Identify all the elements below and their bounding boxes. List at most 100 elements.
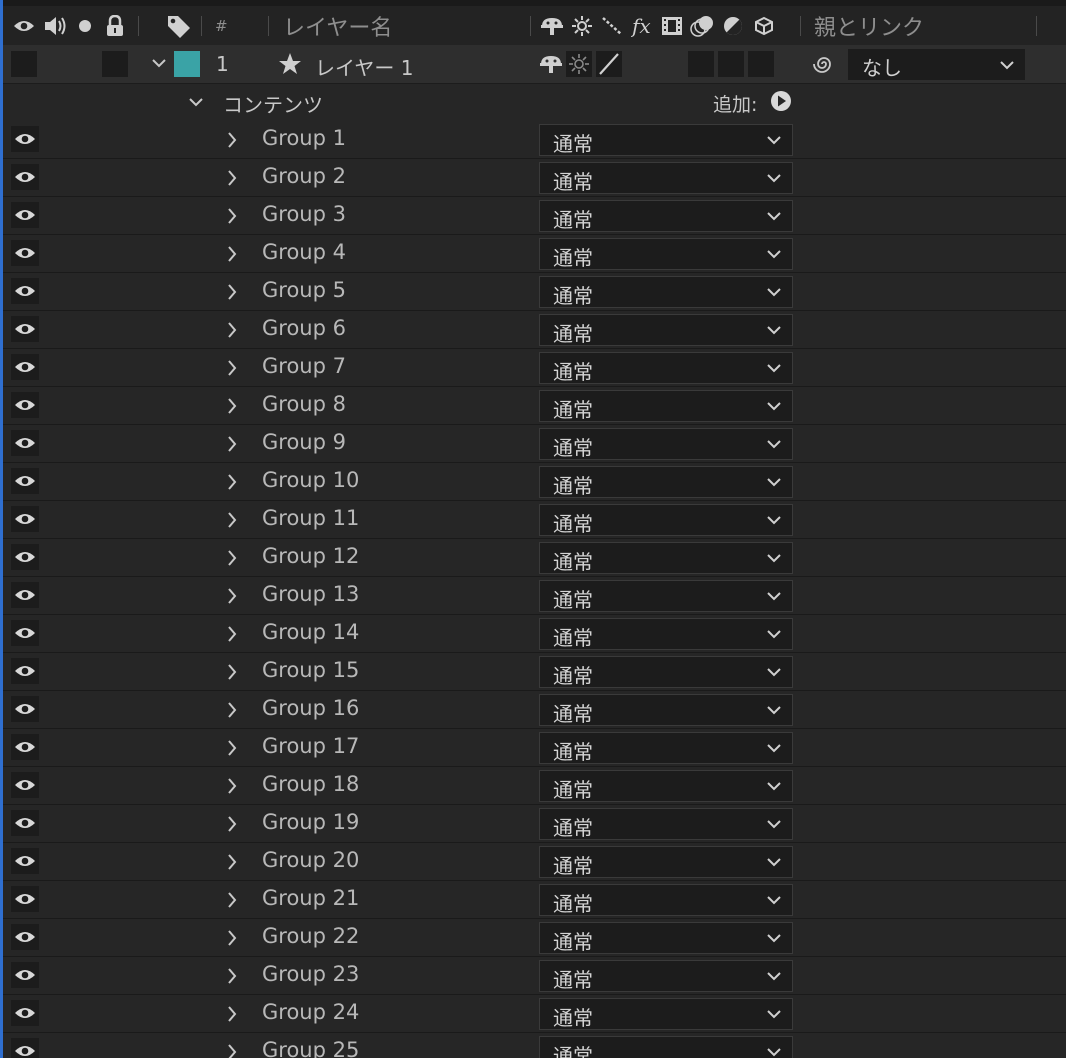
blend-mode-select[interactable]: 通常: [539, 428, 793, 460]
chevron-right-icon[interactable]: [226, 283, 238, 301]
chevron-right-icon[interactable]: [226, 169, 238, 187]
group-row[interactable]: Group 4 通常: [3, 235, 1066, 273]
group-row[interactable]: Group 5 通常: [3, 273, 1066, 311]
group-name[interactable]: Group 16: [262, 696, 359, 720]
chevron-right-icon[interactable]: [226, 1005, 238, 1023]
eye-icon[interactable]: [11, 1038, 39, 1058]
chevron-right-icon[interactable]: [226, 131, 238, 149]
eye-icon[interactable]: [11, 202, 39, 228]
chevron-down-icon[interactable]: [151, 57, 167, 69]
eye-icon[interactable]: [11, 164, 39, 190]
group-row[interactable]: Group 3 通常: [3, 197, 1066, 235]
group-row[interactable]: Group 10 通常: [3, 463, 1066, 501]
blend-mode-select[interactable]: 通常: [539, 238, 793, 270]
frame-blending-icon[interactable]: [660, 6, 684, 45]
group-row[interactable]: Group 6 通常: [3, 311, 1066, 349]
group-name[interactable]: Group 23: [262, 962, 359, 986]
group-name[interactable]: Group 2: [262, 164, 346, 188]
eye-icon[interactable]: [11, 278, 39, 304]
chevron-right-icon[interactable]: [226, 853, 238, 871]
group-row[interactable]: Group 18 通常: [3, 767, 1066, 805]
group-name[interactable]: Group 14: [262, 620, 359, 644]
blend-mode-select[interactable]: 通常: [539, 124, 793, 156]
blend-mode-select[interactable]: 通常: [539, 998, 793, 1030]
chevron-right-icon[interactable]: [226, 321, 238, 339]
blend-mode-select[interactable]: 通常: [539, 200, 793, 232]
blend-mode-select[interactable]: 通常: [539, 352, 793, 384]
group-row[interactable]: Group 1 通常: [3, 121, 1066, 159]
group-row[interactable]: Group 14 通常: [3, 615, 1066, 653]
parent-link-header[interactable]: 親とリンク: [814, 6, 924, 45]
group-row[interactable]: Group 17 通常: [3, 729, 1066, 767]
blend-mode-select[interactable]: 通常: [539, 162, 793, 194]
group-name[interactable]: Group 4: [262, 240, 346, 264]
group-name[interactable]: Group 11: [262, 506, 359, 530]
parent-select[interactable]: なし: [848, 49, 1025, 80]
group-row[interactable]: Group 21 通常: [3, 881, 1066, 919]
eye-icon[interactable]: [11, 430, 39, 456]
contents-row[interactable]: コンテンツ 追加:: [3, 84, 1066, 122]
blend-mode-select[interactable]: 通常: [539, 922, 793, 954]
group-row[interactable]: Group 24 通常: [3, 995, 1066, 1033]
eye-icon[interactable]: [11, 658, 39, 684]
blend-mode-select[interactable]: 通常: [539, 390, 793, 422]
eye-icon[interactable]: [11, 962, 39, 988]
chevron-right-icon[interactable]: [226, 435, 238, 453]
group-name[interactable]: Group 8: [262, 392, 346, 416]
blend-mode-select[interactable]: 通常: [539, 656, 793, 688]
eye-icon[interactable]: [11, 354, 39, 380]
eye-icon[interactable]: [11, 772, 39, 798]
label-color-swatch[interactable]: [174, 51, 200, 77]
quality-icon[interactable]: [601, 6, 625, 45]
group-row[interactable]: Group 15 通常: [3, 653, 1066, 691]
group-name[interactable]: Group 18: [262, 772, 359, 796]
eye-icon[interactable]: [11, 126, 39, 152]
group-name[interactable]: Group 3: [262, 202, 346, 226]
group-name[interactable]: Group 6: [262, 316, 346, 340]
eye-icon[interactable]: [11, 924, 39, 950]
lock-toggle-box[interactable]: [102, 51, 128, 77]
chevron-right-icon[interactable]: [226, 967, 238, 985]
group-name[interactable]: Group 25: [262, 1038, 359, 1058]
adjustment-layer-switch[interactable]: [718, 51, 744, 77]
eye-icon[interactable]: [11, 316, 39, 342]
group-name[interactable]: Group 17: [262, 734, 359, 758]
eye-icon[interactable]: [11, 506, 39, 532]
eye-icon[interactable]: [11, 810, 39, 836]
blend-mode-select[interactable]: 通常: [539, 884, 793, 916]
chevron-right-icon[interactable]: [226, 777, 238, 795]
blend-mode-select[interactable]: 通常: [539, 770, 793, 802]
add-menu-play-icon[interactable]: [770, 90, 792, 112]
group-row[interactable]: Group 7 通常: [3, 349, 1066, 387]
blend-mode-select[interactable]: 通常: [539, 618, 793, 650]
chevron-right-icon[interactable]: [226, 815, 238, 833]
chevron-right-icon[interactable]: [226, 701, 238, 719]
eye-icon[interactable]: [11, 848, 39, 874]
chevron-right-icon[interactable]: [226, 207, 238, 225]
chevron-right-icon[interactable]: [226, 929, 238, 947]
group-row[interactable]: Group 9 通常: [3, 425, 1066, 463]
eye-icon[interactable]: [11, 1000, 39, 1026]
blend-mode-select[interactable]: 通常: [539, 732, 793, 764]
eye-icon[interactable]: [11, 582, 39, 608]
shy-switch-icon[interactable]: [538, 53, 564, 75]
chevron-right-icon[interactable]: [226, 245, 238, 263]
motion-blur-switch[interactable]: [688, 51, 714, 77]
lock-header-icon[interactable]: [105, 6, 125, 45]
eye-icon[interactable]: [11, 240, 39, 266]
group-row[interactable]: Group 23 通常: [3, 957, 1066, 995]
motion-blur-icon[interactable]: [689, 6, 715, 45]
3d-layer-switch[interactable]: [748, 51, 774, 77]
chevron-right-icon[interactable]: [226, 891, 238, 909]
blend-mode-select[interactable]: 通常: [539, 542, 793, 574]
collapse-switch-icon[interactable]: [566, 51, 592, 77]
chevron-right-icon[interactable]: [226, 397, 238, 415]
layer-name[interactable]: レイヤー 1: [315, 52, 413, 81]
eye-icon[interactable]: [11, 468, 39, 494]
eye-icon[interactable]: [11, 886, 39, 912]
blend-mode-select[interactable]: 通常: [539, 580, 793, 612]
group-name[interactable]: Group 24: [262, 1000, 359, 1024]
chevron-right-icon[interactable]: [226, 625, 238, 643]
quality-switch-icon[interactable]: [596, 51, 622, 77]
fx-icon[interactable]: fx: [631, 6, 655, 45]
